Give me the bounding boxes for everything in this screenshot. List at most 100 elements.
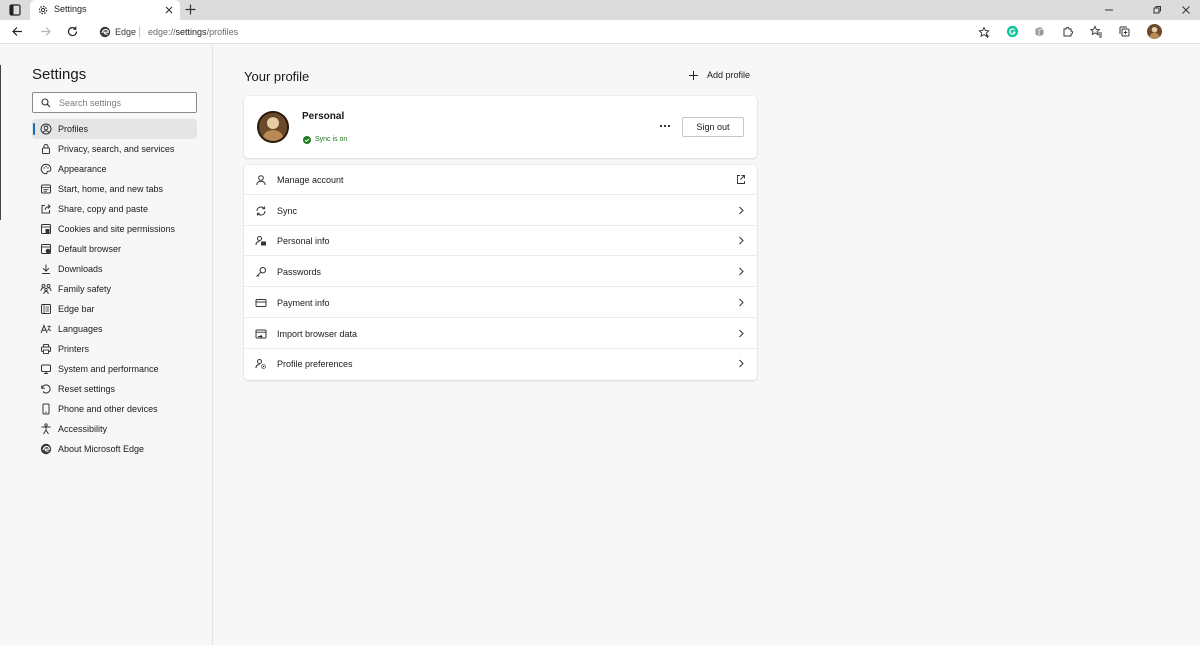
page-title: Your profile: [244, 69, 310, 84]
sidebar-item-share[interactable]: Share, copy and paste: [32, 199, 197, 219]
sidebar-item-family-safety[interactable]: Family safety: [32, 279, 197, 299]
chevron-right-icon: [736, 235, 746, 246]
download-icon: [40, 263, 52, 275]
sidebar-item-printers[interactable]: Printers: [32, 339, 197, 359]
tab-strip: Settings: [0, 0, 1200, 20]
chevron-right-icon: [736, 328, 746, 339]
refresh-icon[interactable]: [66, 25, 79, 38]
palette-icon: [40, 163, 52, 175]
new-tab-icon[interactable]: [184, 3, 197, 16]
search-settings[interactable]: [32, 92, 197, 113]
sidebar-item-label: Printers: [58, 344, 90, 354]
close-window-icon[interactable]: [1180, 4, 1192, 16]
profile-prefs-icon: [255, 358, 267, 370]
profile-avatar[interactable]: [1147, 24, 1162, 39]
sidebar-item-languages[interactable]: Languages: [32, 319, 197, 339]
sidebar-item-profiles[interactable]: Profiles: [32, 119, 197, 139]
extension-icon[interactable]: [1033, 25, 1046, 38]
option-manage-account[interactable]: Manage account: [244, 165, 757, 195]
sidebar-item-phone[interactable]: Phone and other devices: [32, 399, 197, 419]
edge-logo-icon: [99, 26, 111, 38]
chevron-right-icon: [736, 358, 746, 369]
sidebar-item-label: Languages: [58, 324, 103, 334]
edge-bar-icon: [40, 303, 52, 315]
sidebar-item-system[interactable]: System and performance: [32, 359, 197, 379]
sidebar-item-label: Cookies and site permissions: [58, 224, 176, 234]
forward-icon: [39, 25, 52, 38]
sidebar-item-downloads[interactable]: Downloads: [32, 259, 197, 279]
more-options-icon[interactable]: [658, 121, 672, 131]
settings-sidebar: Settings Profiles Privacy, search, and s…: [0, 45, 213, 645]
sidebar-item-reset[interactable]: Reset settings: [32, 379, 197, 399]
option-passwords[interactable]: Passwords: [244, 257, 757, 288]
add-favorite-icon[interactable]: [978, 26, 991, 39]
collections-icon[interactable]: [1118, 25, 1131, 38]
sidebar-item-default-browser[interactable]: Default browser: [32, 239, 197, 259]
address-bar[interactable]: Edge edge://settings/profiles: [90, 22, 994, 42]
sidebar-item-label: Share, copy and paste: [58, 204, 149, 214]
option-personal-info[interactable]: Personal info: [244, 226, 757, 257]
option-label: Payment info: [277, 297, 330, 308]
sync-status-label: Sync is on: [315, 136, 348, 143]
option-sync[interactable]: Sync: [244, 196, 757, 226]
option-label: Sync: [277, 205, 298, 216]
sidebar-item-label: Profiles: [58, 124, 89, 134]
option-import-browser-data[interactable]: Import browser data: [244, 319, 757, 349]
window-edge-line: [0, 65, 1, 220]
search-input[interactable]: [59, 95, 189, 110]
minimize-icon[interactable]: [1103, 4, 1115, 16]
sidebar-item-appearance[interactable]: Appearance: [32, 159, 197, 179]
option-label: Import browser data: [277, 328, 358, 339]
extensions-puzzle-icon[interactable]: [1061, 25, 1074, 38]
profile-card: Personal Sync is on Sign out: [244, 96, 757, 158]
search-icon: [41, 98, 51, 108]
sidebar-item-label: Privacy, search, and services: [58, 144, 175, 154]
cookies-icon: [40, 223, 52, 235]
url-text[interactable]: edge://settings/profiles: [148, 27, 238, 37]
sidebar-item-edge-bar[interactable]: Edge bar: [32, 299, 197, 319]
sidebar-item-label: About Microsoft Edge: [58, 444, 145, 454]
option-payment-info[interactable]: Payment info: [244, 288, 757, 318]
restore-icon[interactable]: [1151, 4, 1163, 16]
add-profile-label: Add profile: [707, 70, 751, 80]
sidebar-item-cookies[interactable]: Cookies and site permissions: [32, 219, 197, 239]
printer-icon: [40, 343, 52, 355]
sync-icon: [255, 205, 267, 217]
option-label: Personal info: [277, 236, 330, 247]
favorites-icon[interactable]: [1090, 25, 1103, 38]
sidebar-item-label: Default browser: [58, 244, 122, 254]
personal-info-icon: [255, 235, 267, 247]
default-browser-icon: [40, 243, 52, 255]
tab-title: Settings: [54, 4, 87, 14]
tab-actions-icon[interactable]: [8, 3, 22, 17]
sidebar-item-label: Appearance: [58, 164, 107, 174]
grammarly-extension-icon[interactable]: [1006, 25, 1019, 38]
chevron-right-icon: [736, 297, 746, 308]
sidebar-item-start-home[interactable]: Start, home, and new tabs: [32, 179, 197, 199]
sidebar-item-label: Family safety: [58, 284, 112, 294]
family-icon: [40, 283, 52, 295]
sidebar-item-privacy[interactable]: Privacy, search, and services: [32, 139, 197, 159]
tab-settings[interactable]: Settings: [30, 0, 180, 20]
option-profile-preferences[interactable]: Profile preferences: [244, 349, 757, 379]
sidebar-item-label: Edge bar: [58, 304, 95, 314]
sign-out-button[interactable]: Sign out: [682, 117, 744, 137]
sidebar-item-label: Start, home, and new tabs: [58, 184, 164, 194]
sidebar-item-accessibility[interactable]: Accessibility: [32, 419, 197, 439]
settings-title: Settings: [32, 66, 87, 83]
accessibility-icon: [40, 423, 52, 435]
close-tab-icon[interactable]: [164, 5, 174, 15]
key-icon: [255, 266, 267, 278]
back-icon[interactable]: [11, 25, 24, 38]
phone-icon: [40, 403, 52, 415]
sidebar-item-about[interactable]: About Microsoft Edge: [32, 439, 197, 459]
system-icon: [40, 363, 52, 375]
edge-logo-icon: [40, 443, 52, 455]
option-label: Passwords: [277, 267, 322, 278]
reset-icon: [40, 383, 52, 395]
home-tabs-icon: [40, 183, 52, 195]
person-icon: [255, 174, 267, 186]
profile-name: Personal: [302, 111, 345, 122]
profiles-icon: [40, 123, 52, 135]
option-label: Manage account: [277, 175, 344, 185]
